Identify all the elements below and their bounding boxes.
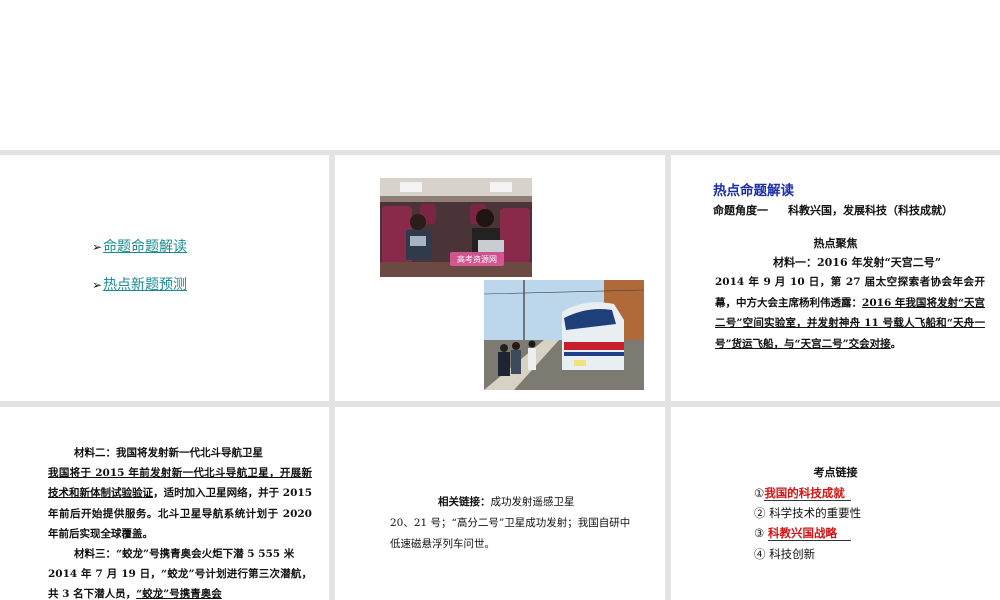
train-platform-photo bbox=[484, 280, 644, 390]
slide-photos[interactable]: 高考资源网 bbox=[335, 155, 665, 401]
subtitle-topic: 科教兴国，发展科技（科技成就） bbox=[788, 204, 953, 217]
slide-exam-points[interactable]: 考点链接 ①我国的科技成就 ② 科学技术的重要性 ③ 科教兴国战略 ④ 科技创新 bbox=[671, 407, 1000, 600]
material-two-heading: 材料二：我国将发射新一代北斗导航卫星 bbox=[74, 447, 263, 459]
material-three-underlined: “蛟龙”号携青奥会 bbox=[136, 588, 222, 600]
exam-point-4: ④ 科技创新 bbox=[754, 546, 815, 562]
related-links-text: 相关链接：成功发射遥感卫星 20、21 号；“高分二号”卫星成功发射；我国自研中… bbox=[390, 492, 638, 555]
exam-point-number: ④ bbox=[754, 547, 766, 561]
exam-point-text: 科教兴国战略 bbox=[767, 526, 851, 541]
material-three-body: 2014 年 7 月 19 日，“蛟龙”号计划进行第三次潜航，共 3 名下潜人员… bbox=[48, 564, 312, 600]
exam-points-title: 考点链接 bbox=[813, 466, 858, 479]
slide-title: 热点命题解读 bbox=[713, 183, 794, 199]
slide-menu[interactable]: ➢命题命题解读 ➢热点新题预测 bbox=[0, 155, 329, 401]
exam-point-number: ② bbox=[754, 506, 766, 520]
exam-point-1: ①我国的科技成就 bbox=[754, 485, 851, 501]
focus-heading: 热点聚焦 bbox=[813, 237, 858, 250]
arrow-bullet-icon: ➢ bbox=[92, 240, 103, 254]
subtitle-angle: 命题角度一 bbox=[713, 204, 768, 217]
photo-watermark: 高考资源网 bbox=[457, 254, 497, 264]
material-two-body: 我国将于 2015 年前发射新一代北斗导航卫星，开展新技术和新体制试验验证，适时… bbox=[48, 463, 312, 544]
material-one-heading: 材料一：2016 年发射“天宫二号” bbox=[773, 256, 942, 269]
slide-related-links[interactable]: 相关链接：成功发射遥感卫星 20、21 号；“高分二号”卫星成功发射；我国自研中… bbox=[335, 407, 665, 600]
exam-point-2: ② 科学技术的重要性 bbox=[754, 505, 861, 521]
arrow-bullet-icon: ➢ bbox=[92, 278, 103, 292]
slide-hot-topic[interactable]: 热点命题解读 命题角度一 科教兴国，发展科技（科技成就） 热点聚焦 材料一：201… bbox=[671, 155, 1000, 401]
menu-list: ➢命题命题解读 ➢热点新题预测 bbox=[92, 237, 187, 313]
slide-materials[interactable]: 材料二：我国将发射新一代北斗导航卫星 我国将于 2015 年前发射新一代北斗导航… bbox=[0, 407, 329, 600]
exam-point-number: ① bbox=[754, 486, 765, 500]
materials-text: 材料二：我国将发射新一代北斗导航卫星 我国将于 2015 年前发射新一代北斗导航… bbox=[48, 443, 312, 600]
slide-subtitle: 命题角度一 科教兴国，发展科技（科技成就） bbox=[713, 202, 953, 218]
exam-point-text: 科技创新 bbox=[769, 547, 816, 561]
exam-point-3: ③ 科教兴国战略 bbox=[754, 525, 851, 541]
train-interior-photo: 高考资源网 bbox=[380, 178, 532, 277]
top-blank-area bbox=[0, 0, 1000, 150]
material-three-heading: 材料三：“蛟龙”号携青奥会火炬下潜 5 555 米 bbox=[74, 548, 295, 561]
menu-link-interpretation[interactable]: 命题命题解读 bbox=[103, 239, 187, 255]
exam-point-text: 我国的科技成就 bbox=[764, 486, 851, 501]
related-links-line1: 成功发射遥感卫星 bbox=[490, 496, 575, 508]
menu-link-prediction[interactable]: 热点新题预测 bbox=[103, 277, 187, 293]
related-links-label: 相关链接： bbox=[438, 496, 491, 508]
material-one-body: 2014 年 9 月 10 日，第 27 届太空探索者协会年会开幕，中方大会主席… bbox=[715, 272, 985, 354]
menu-item-prediction[interactable]: ➢热点新题预测 bbox=[92, 275, 187, 295]
slide-grid: ➢命题命题解读 ➢热点新题预测 高考资源网 热点命题解读 命题角度一 科教兴国，… bbox=[0, 150, 1000, 600]
exam-point-number: ③ bbox=[754, 526, 765, 540]
related-links-line2: 20、21 号；“高分二号”卫星成功发射；我国自研中低速磁悬浮列车问世。 bbox=[390, 517, 631, 550]
menu-item-interpretation[interactable]: ➢命题命题解读 bbox=[92, 237, 187, 257]
material-one-end: 。 bbox=[890, 337, 902, 350]
exam-point-text: 科学技术的重要性 bbox=[769, 506, 862, 520]
